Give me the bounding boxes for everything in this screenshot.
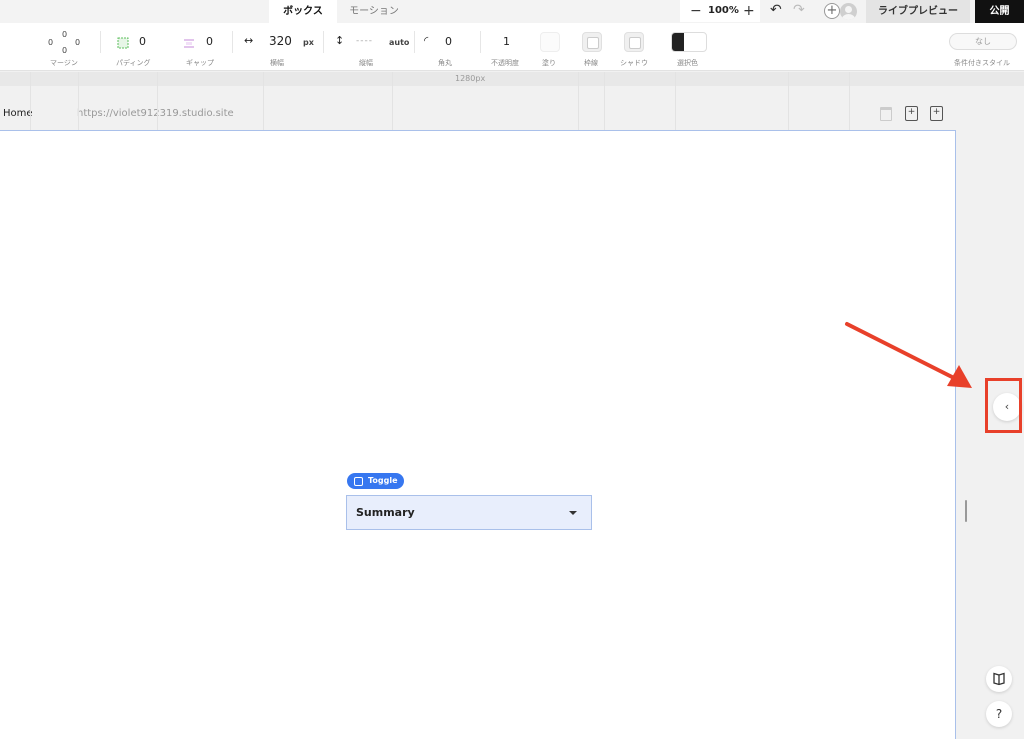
- publish-button[interactable]: 公開: [975, 0, 1024, 23]
- border-control[interactable]: 枠線: [578, 23, 606, 71]
- padding-control[interactable]: 0 パディング: [110, 23, 162, 71]
- divider: [232, 31, 233, 53]
- shadow-swatch[interactable]: [624, 32, 644, 52]
- height-label: 縦幅: [359, 59, 373, 67]
- border-swatch[interactable]: [582, 32, 602, 52]
- conditional-style-label: 条件付きスタイル: [954, 59, 1010, 67]
- width-value[interactable]: 320: [269, 34, 292, 48]
- top-bar: ボックス モーション − 100% + ↶ ↷ + ライブプレビュー 公開: [0, 0, 1024, 23]
- opacity-control[interactable]: 1 不透明度: [488, 23, 534, 71]
- help-button[interactable]: ?: [986, 701, 1012, 727]
- gap-label: ギャップ: [186, 59, 214, 67]
- width-control[interactable]: ↔ 320 px 横幅: [240, 23, 320, 71]
- width-arrow-icon: ↔: [244, 34, 254, 47]
- trash-icon[interactable]: [880, 107, 892, 121]
- radius-label: 角丸: [438, 59, 452, 67]
- add-page-icon[interactable]: +: [930, 106, 943, 121]
- padding-icon: [117, 37, 129, 49]
- height-unit[interactable]: auto: [389, 38, 409, 47]
- studio-editor: ボックス モーション − 100% + ↶ ↷ + ライブプレビュー 公開 0 …: [0, 0, 1024, 739]
- zoom-level: 100%: [708, 5, 739, 16]
- conditional-style-select[interactable]: なし: [949, 33, 1017, 50]
- shadow-label: シャドウ: [620, 59, 648, 67]
- border-label: 枠線: [584, 59, 598, 67]
- divider: [323, 31, 324, 53]
- zoom-in-button[interactable]: +: [743, 2, 755, 20]
- caret-down-icon: [569, 511, 577, 515]
- zoom-control: − 100% +: [680, 0, 760, 22]
- tab-motion[interactable]: モーション: [340, 0, 408, 23]
- annotation-highlight: [985, 378, 1022, 433]
- selection-color-label: 選択色: [677, 59, 698, 67]
- gap-icon: [184, 39, 194, 48]
- shadow-control[interactable]: シャドウ: [620, 23, 656, 71]
- padding-label: パディング: [116, 59, 151, 67]
- fill-swatch[interactable]: [540, 32, 560, 52]
- copy-page-icon[interactable]: +: [905, 106, 918, 121]
- toggle-summary: Summary: [356, 506, 415, 519]
- add-collaborator-icon[interactable]: +: [824, 3, 840, 19]
- margin-right-value[interactable]: 0: [75, 38, 80, 47]
- ruler-width-label: 1280px: [455, 74, 486, 83]
- radius-icon: ◜: [424, 34, 429, 47]
- redo-icon[interactable]: ↷: [793, 2, 805, 18]
- fill-control[interactable]: 塗り: [536, 23, 564, 71]
- opacity-label: 不透明度: [491, 59, 519, 67]
- tab-box[interactable]: ボックス: [269, 0, 337, 23]
- resize-handle[interactable]: [965, 500, 967, 522]
- margin-bottom-value[interactable]: 0: [62, 46, 67, 55]
- divider: [100, 31, 101, 53]
- gap-value[interactable]: 0: [206, 35, 213, 48]
- height-arrow-icon: ↕: [335, 34, 345, 47]
- fill-label: 塗り: [542, 59, 556, 67]
- toggle-badge[interactable]: Toggle: [347, 473, 404, 489]
- page-url[interactable]: https://violet912319.studio.site: [77, 108, 234, 119]
- page-name[interactable]: Home: [3, 108, 33, 119]
- divider: [414, 31, 415, 53]
- book-icon[interactable]: [986, 666, 1012, 692]
- width-unit[interactable]: px: [303, 38, 314, 47]
- width-label: 横幅: [270, 59, 284, 67]
- property-toolbar: 0 0 0 0 マージン 0 パディング 0 ギャップ ↔ 320 px 横幅 …: [0, 23, 1024, 71]
- avatar[interactable]: [840, 3, 857, 20]
- divider: [480, 31, 481, 53]
- radius-value[interactable]: 0: [445, 35, 452, 48]
- margin-top-value[interactable]: 0: [62, 30, 67, 39]
- right-panel-collapsed: [957, 130, 1024, 739]
- height-control[interactable]: ↕ ---- auto 縦幅: [330, 23, 412, 71]
- margin-control[interactable]: 0 0 0 0 マージン: [40, 23, 92, 71]
- undo-icon[interactable]: ↶: [770, 2, 782, 18]
- ruler: 1280px: [0, 72, 1024, 86]
- height-value[interactable]: ----: [356, 36, 373, 46]
- design-canvas[interactable]: Toggle Summary: [0, 130, 956, 739]
- page-bar: Home https://violet912319.studio.site + …: [0, 86, 955, 130]
- zoom-out-button[interactable]: −: [690, 2, 702, 20]
- opacity-value[interactable]: 1: [503, 35, 510, 48]
- margin-left-value[interactable]: 0: [48, 38, 53, 47]
- radius-control[interactable]: ◜ 0 角丸: [420, 23, 476, 71]
- toggle-element[interactable]: Summary: [346, 495, 592, 530]
- annotation-arrow: [845, 322, 972, 388]
- gap-control[interactable]: 0 ギャップ: [170, 23, 222, 71]
- live-preview-button[interactable]: ライブプレビュー: [866, 0, 970, 23]
- padding-value[interactable]: 0: [139, 35, 146, 48]
- margin-label: マージン: [50, 59, 78, 67]
- selection-color-swatch[interactable]: [671, 32, 707, 52]
